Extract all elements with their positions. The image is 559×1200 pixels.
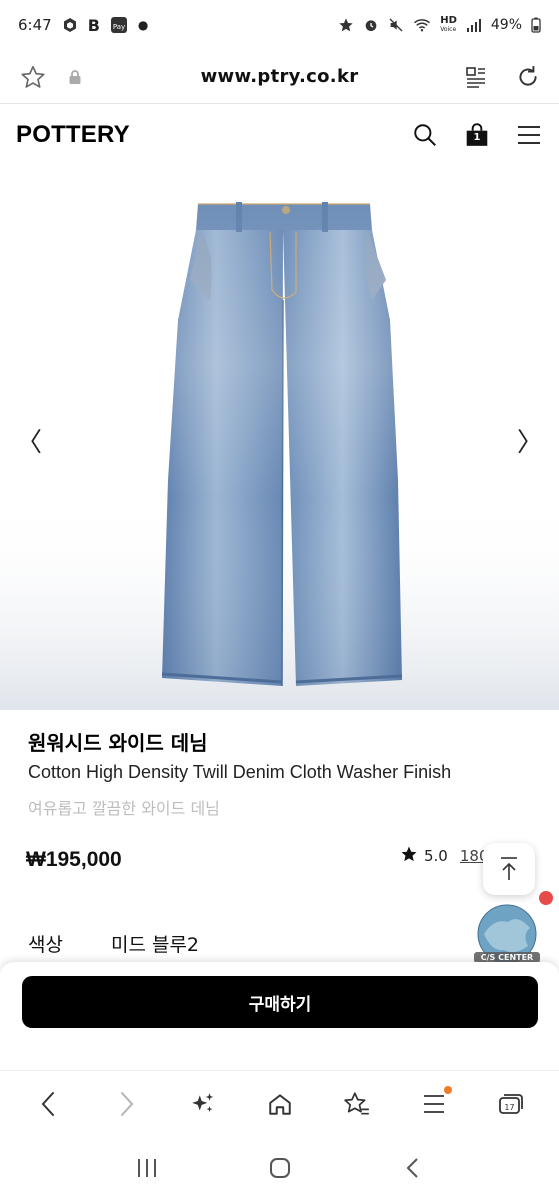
battery-icon: [531, 17, 541, 33]
browser-menu-icon[interactable]: [410, 1080, 458, 1128]
network-hd-label: HD Voice: [440, 16, 457, 34]
site-header: POTTERY 1: [0, 104, 559, 166]
signal-icon: [466, 17, 482, 33]
network-voice-text: Voice: [440, 26, 457, 33]
product-image: [0, 180, 559, 710]
rating-star-icon: [400, 845, 418, 867]
reader-icon[interactable]: [463, 64, 489, 90]
search-icon[interactable]: [411, 121, 439, 149]
home-button-icon[interactable]: [256, 1144, 304, 1192]
cs-center-button[interactable]: C/S CENTER: [474, 904, 540, 970]
notification-dot: [539, 891, 553, 905]
alarm-icon: [363, 17, 379, 33]
gallery-next-button[interactable]: 〉: [515, 420, 545, 460]
home-icon[interactable]: [256, 1080, 304, 1128]
system-back-icon[interactable]: [389, 1144, 437, 1192]
buy-button[interactable]: 구매하기: [22, 976, 538, 1028]
menu-badge-dot: [443, 1085, 452, 1094]
cart-count: 1: [473, 132, 481, 143]
product-rating[interactable]: 5.0 180: [400, 845, 489, 867]
product-name: 원워시드 와이드 데님: [28, 731, 208, 755]
product-subtitle: Cotton High Density Twill Denim Cloth Wa…: [28, 762, 452, 782]
android-nav-bar: [0, 1136, 559, 1200]
mute-icon: [388, 17, 404, 33]
dot-icon: ●: [137, 18, 149, 32]
status-time: 6:47: [18, 16, 52, 34]
b-app-icon: B: [87, 15, 100, 35]
star-status-icon: [338, 17, 354, 33]
bookmark-star-icon[interactable]: [333, 1080, 381, 1128]
lock-icon[interactable]: [68, 69, 82, 85]
cart-icon[interactable]: 1: [463, 121, 491, 149]
network-hd-text: HD: [440, 15, 457, 26]
buy-sheet: 구매하기: [0, 962, 559, 1070]
color-option-row: 색상 미드 블루2: [28, 930, 199, 957]
rating-value: 5.0: [424, 847, 448, 865]
svg-text:17: 17: [504, 1103, 514, 1112]
tabs-icon[interactable]: 17: [487, 1080, 535, 1128]
sparkle-icon[interactable]: [179, 1080, 227, 1128]
product-price: ₩195,000: [26, 848, 122, 871]
refresh-icon[interactable]: [515, 64, 541, 90]
scroll-top-button[interactable]: [483, 843, 535, 895]
browser-address-bar: www.ptry.co.kr: [0, 50, 559, 104]
gallery-prev-button[interactable]: 〈: [14, 420, 44, 460]
svg-text:Pay: Pay: [113, 23, 125, 31]
recent-apps-icon[interactable]: [123, 1144, 171, 1192]
back-icon[interactable]: [25, 1080, 73, 1128]
site-logo[interactable]: POTTERY: [16, 121, 130, 149]
product-description: 여유롭고 깔끔한 와이드 데님: [28, 799, 220, 818]
color-option-label: 색상: [28, 934, 63, 956]
arrow-up-icon: [501, 857, 517, 880]
browser-toolbar: 17: [0, 1070, 559, 1136]
forward-icon[interactable]: [102, 1080, 150, 1128]
menu-icon[interactable]: [515, 121, 543, 149]
color-option-value[interactable]: 미드 블루2: [111, 930, 199, 957]
status-bar: 6:47 B Pay ● HD Voice 49%: [0, 0, 559, 50]
box-app-icon: [62, 17, 78, 33]
star-outline-icon[interactable]: [18, 62, 48, 92]
wifi-icon: [413, 17, 431, 33]
battery-percent: 49%: [490, 17, 522, 33]
pay-app-icon: Pay: [110, 16, 128, 34]
product-gallery[interactable]: 〈 〉: [0, 180, 559, 710]
